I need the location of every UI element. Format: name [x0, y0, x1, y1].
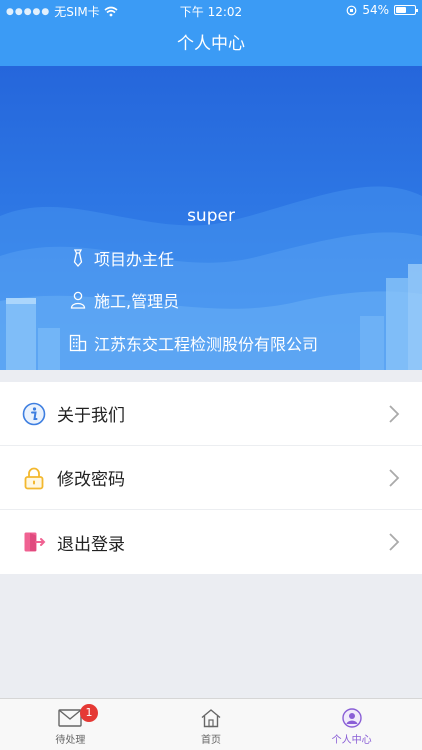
username: super	[187, 206, 235, 226]
menu-label-logout: 退出登录	[57, 534, 125, 555]
profile-header: super 项目办主任 施工,管理员 江苏东交工程检测股份有限公司	[0, 66, 422, 370]
chevron-right-icon	[389, 533, 400, 551]
role-row: 施工,管理员	[68, 288, 179, 312]
status-bar: ●●●●● 无SIM卡 下午 12:02 54%	[0, 0, 422, 22]
menu-item-logout[interactable]: 退出登录	[0, 510, 422, 574]
position-row: 项目办主任	[68, 246, 174, 270]
building-icon	[68, 333, 88, 353]
position-text: 项目办主任	[94, 250, 175, 269]
chevron-right-icon	[389, 405, 400, 423]
info-icon	[22, 402, 46, 426]
chevron-right-icon	[389, 469, 400, 487]
tab-label-home: 首页	[201, 735, 221, 746]
page-title: 个人中心	[177, 34, 245, 54]
company-row: 江苏东交工程检测股份有限公司	[68, 331, 318, 355]
notification-badge: 1	[80, 704, 98, 722]
menu-item-about-us[interactable]: 关于我们	[0, 382, 422, 446]
settings-menu: 关于我们 修改密码 退出登录	[0, 382, 422, 574]
orientation-lock-icon	[346, 5, 357, 15]
tab-label-profile: 个人中心	[331, 735, 372, 746]
role-text: 施工,管理员	[94, 292, 180, 311]
menu-label-change-password: 修改密码	[57, 470, 125, 490]
status-right: 54%	[346, 3, 418, 17]
lock-icon	[22, 466, 46, 490]
user-icon	[339, 707, 365, 729]
tie-icon	[68, 248, 88, 268]
logout-icon	[22, 530, 46, 554]
battery-percent: 54%	[362, 3, 389, 17]
battery-fill	[396, 7, 406, 13]
menu-label-about-us: 关于我们	[57, 406, 125, 426]
tab-home[interactable]: 首页	[141, 699, 282, 750]
tab-profile[interactable]: 个人中心	[281, 699, 422, 750]
home-icon	[198, 707, 224, 729]
menu-item-change-password[interactable]: 修改密码	[0, 446, 422, 510]
tab-label-pending: 待处理	[55, 735, 86, 746]
user-role-icon	[68, 290, 88, 310]
battery-icon	[394, 5, 418, 15]
company-text: 江苏东交工程检测股份有限公司	[94, 335, 319, 354]
tab-bar: 待处理 1 首页 个人中心	[0, 698, 422, 750]
tab-pending[interactable]: 待处理 1	[0, 699, 141, 750]
nav-bar: 个人中心	[0, 22, 422, 66]
